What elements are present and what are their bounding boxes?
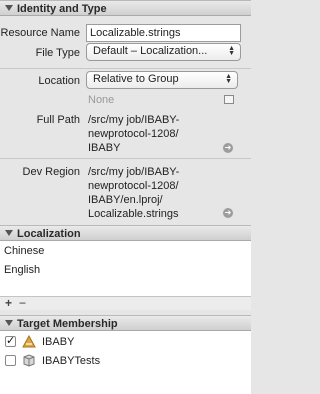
- popup-arrows-icon: ▲ ▼: [228, 45, 235, 57]
- reveal-dev-region-icon[interactable]: ➜: [223, 208, 233, 218]
- dev-region-line-4: Localizable.strings: [88, 208, 179, 220]
- dev-region-label: Dev Region: [22, 166, 80, 178]
- disclosure-triangle-icon[interactable]: [5, 320, 13, 326]
- targets-list: ✓ IBABY IBABYTests: [0, 331, 251, 394]
- full-path-line-3: IBABY: [88, 142, 121, 154]
- location-path-placeholder: None: [88, 94, 115, 106]
- target-membership-section-header[interactable]: Target Membership: [0, 315, 251, 331]
- file-type-popup[interactable]: Default – Localization... ▲ ▼: [86, 43, 241, 61]
- localization-header-title: Localization: [17, 228, 81, 240]
- target-name: IBABYTests: [42, 355, 101, 367]
- remove-localization-button[interactable]: −: [19, 296, 26, 310]
- localization-item-label: English: [4, 264, 41, 276]
- file-type-value: Default – Localization...: [93, 45, 208, 57]
- localization-list: Chinese English: [0, 241, 251, 296]
- choose-folder-icon[interactable]: [224, 95, 234, 104]
- list-item[interactable]: Chinese: [0, 242, 251, 260]
- reveal-in-finder-icon[interactable]: ➜: [223, 143, 233, 153]
- identity-header-title: Identity and Type: [17, 3, 107, 15]
- table-row[interactable]: ✓ IBABY: [0, 332, 251, 351]
- full-path-label: Full Path: [36, 114, 80, 126]
- full-path-line-1: /src/my job/IBABY-: [88, 114, 180, 126]
- list-item[interactable]: English: [0, 261, 251, 279]
- dev-region-line-3: IBABY/en.lproj/: [88, 194, 163, 206]
- dev-region-line-2: newprotocol-1208/: [88, 180, 179, 192]
- divider: [0, 68, 251, 69]
- full-path-line-2: newprotocol-1208/: [88, 128, 179, 140]
- add-localization-button[interactable]: +: [5, 296, 12, 310]
- location-value: Relative to Group: [93, 73, 179, 85]
- target-name: IBABY: [42, 336, 75, 348]
- table-row[interactable]: IBABYTests: [0, 351, 251, 370]
- resource-name-label: Resource Name: [0, 27, 80, 39]
- target-checkbox[interactable]: ✓: [5, 336, 16, 347]
- resource-name-field[interactable]: Localizable.strings: [86, 24, 241, 42]
- localization-section-header[interactable]: Localization: [0, 225, 251, 241]
- localization-toolbar: + −: [0, 296, 251, 310]
- identity-section-header[interactable]: Identity and Type: [0, 0, 251, 16]
- disclosure-triangle-icon[interactable]: [5, 5, 13, 11]
- disclosure-triangle-icon[interactable]: [5, 230, 13, 236]
- target-membership-header-title: Target Membership: [17, 318, 118, 330]
- dev-region-line-1: /src/my job/IBABY-: [88, 166, 180, 178]
- localization-item-label: Chinese: [4, 245, 45, 257]
- divider: [0, 158, 251, 159]
- test-bundle-icon: [22, 354, 36, 367]
- location-label: Location: [38, 75, 80, 87]
- app-target-icon: [22, 334, 36, 348]
- location-popup[interactable]: Relative to Group ▲ ▼: [86, 71, 238, 89]
- target-checkbox[interactable]: [5, 355, 16, 366]
- popup-arrows-icon: ▲ ▼: [225, 73, 232, 85]
- file-type-label: File Type: [35, 47, 80, 59]
